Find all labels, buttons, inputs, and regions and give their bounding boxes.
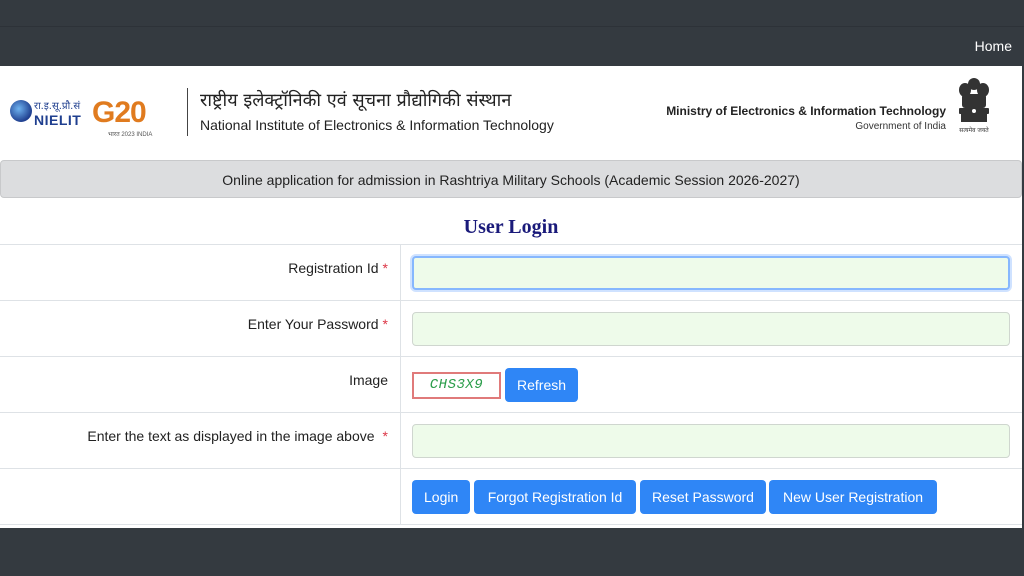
label-cell: Image	[0, 357, 401, 412]
form-row-image: Image CHS3X9 Refresh	[0, 357, 1022, 413]
login-button[interactable]: Login	[412, 480, 470, 514]
form-row-registration-id: Registration Id *	[0, 245, 1022, 301]
label-cell	[0, 469, 401, 524]
site-header: रा.इ.सू.प्रौ.सं NIELIT G20 भारत 2023 IND…	[0, 66, 1022, 160]
footer	[0, 528, 1024, 576]
required-marker: *	[382, 316, 388, 332]
value-cell	[402, 413, 1022, 468]
form-row-actions: Login Forgot Registration Id Reset Passw…	[0, 469, 1022, 525]
institute-title-hindi: राष्ट्रीय इलेक्ट्रॉनिकी एवं सूचना प्रौद्…	[200, 90, 512, 111]
captcha-text-input[interactable]	[412, 424, 1010, 458]
password-label-text: Enter Your Password	[247, 316, 379, 332]
header-divider	[187, 88, 188, 136]
emblem-motto: सत्यमेव जयते	[959, 126, 989, 134]
registration-id-label: Registration Id *	[288, 260, 388, 276]
label-cell: Registration Id *	[0, 245, 401, 300]
forgot-registration-id-button[interactable]: Forgot Registration Id	[474, 480, 636, 514]
nielit-english-text: NIELIT	[34, 112, 82, 128]
value-cell	[402, 301, 1022, 356]
captcha-input-label: Enter the text as displayed in the image…	[87, 428, 388, 444]
new-user-registration-button[interactable]: New User Registration	[769, 480, 937, 514]
g20-subtext: भारत 2023 INDIA	[108, 132, 153, 138]
institute-title-english: National Institute of Electronics & Info…	[200, 117, 554, 133]
reset-password-button[interactable]: Reset Password	[640, 480, 766, 514]
banner-text: Online application for admission in Rash…	[222, 172, 800, 188]
nav-home-link[interactable]: Home	[975, 38, 1012, 54]
government-name: Government of India	[855, 121, 946, 132]
value-cell	[402, 245, 1022, 300]
refresh-captcha-button[interactable]: Refresh	[505, 368, 578, 402]
browser-top-bar	[0, 0, 1024, 26]
globe-icon	[10, 100, 32, 122]
national-emblem-icon: सत्यमेव जयते	[959, 78, 989, 134]
image-label: Image	[349, 372, 388, 388]
page-title: User Login	[463, 216, 559, 238]
required-marker: *	[382, 428, 388, 444]
password-input[interactable]	[412, 312, 1010, 346]
form-row-captcha-input: Enter the text as displayed in the image…	[0, 413, 1022, 469]
page: Home रा.इ.सू.प्रौ.सं NIELIT G20 भारत 202…	[0, 0, 1024, 576]
registration-id-label-text: Registration Id	[288, 260, 379, 276]
value-cell: CHS3X9 Refresh	[402, 357, 1022, 412]
label-cell: Enter Your Password *	[0, 301, 401, 356]
g20-logo: G20 भारत 2023 INDIA	[92, 96, 164, 144]
nielit-hindi-text: रा.इ.सू.प्रौ.सं	[34, 101, 81, 112]
announcement-banner: Online application for admission in Rash…	[0, 160, 1022, 198]
nielit-logo[interactable]: रा.इ.सू.प्रौ.सं NIELIT	[10, 98, 88, 132]
g20-text: G20	[92, 96, 147, 129]
main-content: रा.इ.सू.प्रौ.सं NIELIT G20 भारत 2023 IND…	[0, 66, 1022, 528]
registration-id-input[interactable]	[412, 256, 1010, 290]
form-row-password: Enter Your Password *	[0, 301, 1022, 357]
ministry-name: Ministry of Electronics & Information Te…	[666, 104, 946, 118]
required-marker: *	[382, 260, 388, 276]
password-label: Enter Your Password *	[248, 316, 388, 332]
label-cell: Enter the text as displayed in the image…	[0, 413, 401, 468]
navbar: Home	[0, 26, 1024, 66]
captcha-image: CHS3X9	[412, 372, 501, 399]
login-form: Registration Id * Enter Your Password * Im…	[0, 244, 1022, 525]
value-cell: Login Forgot Registration Id Reset Passw…	[402, 469, 1022, 524]
captcha-input-label-text: Enter the text as displayed in the image…	[87, 428, 375, 444]
